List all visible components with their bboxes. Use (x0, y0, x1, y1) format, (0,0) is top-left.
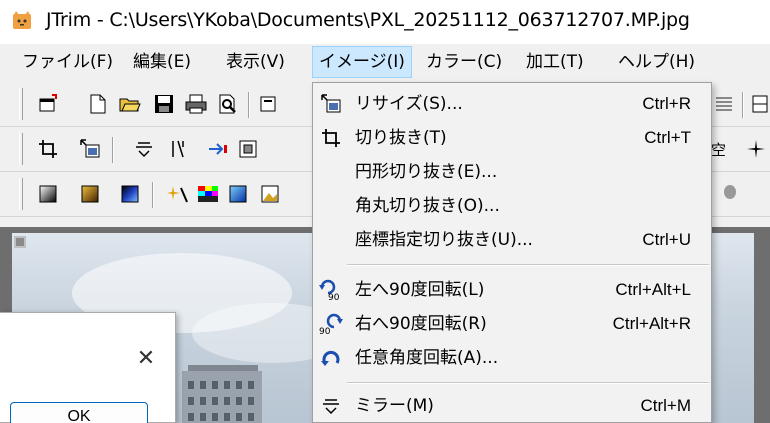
menu-item-rotate-any[interactable]: 任意角度回転(A)... (313, 341, 711, 375)
toolbar-separator (742, 92, 744, 118)
new-window-icon[interactable] (36, 92, 60, 116)
image-icon[interactable] (258, 182, 282, 206)
resize-icon (319, 93, 343, 115)
arrow-icon[interactable] (206, 137, 230, 161)
menu-item-shortcut: Ctrl+M (640, 396, 691, 415)
crop-icon[interactable] (36, 137, 60, 161)
menu-item-shortcut: Ctrl+Alt+R (612, 314, 691, 333)
photo-building (182, 371, 262, 423)
sparkle-effect-icon[interactable] (744, 137, 768, 161)
menu-help[interactable]: ヘルプ(H) (612, 46, 701, 78)
new-file-icon[interactable] (86, 92, 110, 116)
rotate-any-icon (319, 347, 343, 369)
crop-icon (319, 127, 343, 149)
menu-bar: ファイル(F) 編集(E) 表示(V) イメージ(I) カラー(C) 加工(T)… (0, 44, 770, 82)
menu-edit[interactable]: 編集(E) (127, 46, 197, 78)
menu-item-label: 左へ90度回転(L) (355, 280, 485, 300)
toolbar-grip[interactable] (19, 133, 23, 165)
mirror-icon (319, 395, 343, 417)
image-menu-dropdown: リサイズ(S)... Ctrl+R 切り抜き(T) Ctrl+T 円形切り抜き(… (312, 82, 712, 423)
toolbar-button-partial[interactable] (256, 92, 280, 116)
menu-item-mirror[interactable]: ミラー(M) Ctrl+M (313, 389, 711, 423)
menu-item-label: 角丸切り抜き(O)... (355, 196, 500, 216)
menu-file[interactable]: ファイル(F) (16, 46, 119, 78)
toolbar-separator (112, 137, 114, 163)
frame-icon[interactable] (236, 137, 260, 161)
menu-item-label: 円形切り抜き(E)... (355, 162, 498, 182)
print-icon[interactable] (184, 92, 208, 116)
color-palette-icon[interactable] (196, 182, 220, 206)
gradient-sepia-icon[interactable] (78, 182, 102, 206)
menu-separator (347, 382, 709, 384)
toolbar-separator (248, 92, 250, 118)
toolbar-grip[interactable] (19, 88, 23, 120)
menu-item-rotate-right[interactable]: 90 右へ90度回転(R) Ctrl+Alt+R (313, 307, 711, 341)
menu-item-circle-crop[interactable]: 円形切り抜き(E)... (313, 155, 711, 189)
menu-item-coordinate-crop[interactable]: 座標指定切り抜き(U)... Ctrl+U (313, 223, 711, 257)
toolbar-separator (152, 182, 154, 208)
menu-item-rotate-left[interactable]: 90 左へ90度回転(L) Ctrl+Alt+L (313, 273, 711, 307)
print-preview-icon[interactable] (216, 92, 240, 116)
image-corner-marker (14, 236, 26, 248)
sparkle-icon[interactable] (166, 182, 190, 206)
align-icon[interactable] (712, 92, 736, 116)
window-title: JTrim - C:\Users\YKoba\Documents\PXL_202… (46, 9, 690, 31)
svg-text:90: 90 (328, 293, 340, 301)
save-icon[interactable] (152, 92, 176, 116)
svg-text:90: 90 (319, 327, 331, 335)
resize-icon[interactable] (78, 137, 102, 161)
gradient-gray-icon[interactable] (36, 182, 60, 206)
menu-item-label: 任意角度回転(A)... (355, 348, 499, 368)
menu-item-shortcut: Ctrl+U (642, 230, 691, 249)
gradient-blue-icon[interactable] (118, 182, 142, 206)
title-bar: JTrim - C:\Users\YKoba\Documents\PXL_202… (0, 0, 770, 44)
menu-item-rounded-crop[interactable]: 角丸切り抜き(O)... (313, 189, 711, 223)
rotate-right-90-icon: 90 (319, 313, 343, 335)
menu-color[interactable]: カラー(C) (420, 46, 508, 78)
open-folder-icon[interactable] (118, 92, 142, 116)
blue-square-icon[interactable] (226, 182, 250, 206)
menu-item-label: 座標指定切り抜き(U)... (355, 230, 533, 250)
toolbar-grip[interactable] (19, 178, 23, 210)
dialog-close-button[interactable]: ✕ (134, 347, 158, 371)
brush-icon[interactable] (716, 182, 740, 206)
menu-item-shortcut: Ctrl+Alt+L (615, 280, 691, 299)
menu-view[interactable]: 表示(V) (220, 46, 291, 78)
mirror-icon[interactable] (132, 137, 156, 161)
dialog-ok-button[interactable]: OK (10, 402, 148, 423)
menu-item-label: リサイズ(S)... (355, 94, 463, 114)
menu-separator (347, 264, 709, 266)
menu-image[interactable]: イメージ(I) (312, 46, 412, 78)
menu-item-label: 右へ90度回転(R) (355, 314, 487, 334)
svg-text:空: 空 (711, 141, 726, 159)
menu-item-crop[interactable]: 切り抜き(T) Ctrl+T (313, 121, 711, 155)
layout-icon[interactable] (748, 92, 770, 116)
menu-item-label: 切り抜き(T) (355, 128, 447, 148)
flip-icon[interactable] (166, 137, 190, 161)
rotate-left-90-icon: 90 (319, 279, 343, 301)
menu-item-label: ミラー(M) (355, 396, 434, 416)
menu-process[interactable]: 加工(T) (520, 46, 590, 78)
menu-item-shortcut: Ctrl+R (642, 94, 691, 113)
menu-item-shortcut: Ctrl+T (644, 128, 691, 147)
menu-item-resize[interactable]: リサイズ(S)... Ctrl+R (313, 87, 711, 121)
jtrim-cat-icon (12, 10, 32, 30)
